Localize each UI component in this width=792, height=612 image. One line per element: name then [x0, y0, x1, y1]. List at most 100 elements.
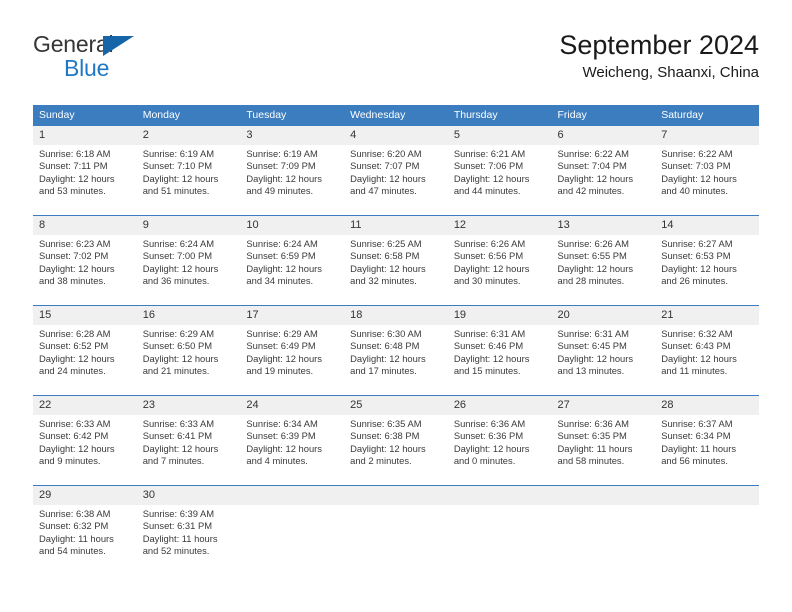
- calendar-cell: 12 Sunrise: 6:26 AM Sunset: 6:56 PM Dayligh…: [447, 215, 552, 305]
- title-block: September 2024 Weicheng, Shaanxi, China: [559, 28, 759, 84]
- calendar-cell: 29 Sunrise: 6:38 AM Sunset: 6:32 PM Dayligh…: [33, 485, 137, 575]
- day-number: 2: [136, 126, 241, 145]
- calendar-day[interactable]: 30 Sunrise: 6:39 AM Sunset: 6:31 PM Dayligh…: [136, 485, 241, 575]
- calendar-day[interactable]: 29 Sunrise: 6:38 AM Sunset: 6:32 PM Dayligh…: [33, 485, 137, 575]
- calendar-cell: 26 Sunrise: 6:36 AM Sunset: 6:36 PM Dayligh…: [447, 395, 552, 485]
- calendar-page: General Blue September 2024 Weicheng, Sh…: [0, 0, 792, 612]
- sunset-text: Sunset: 6:50 PM: [142, 340, 213, 352]
- calendar-cell: [551, 485, 656, 575]
- calendar-day[interactable]: 23 Sunrise: 6:33 AM Sunset: 6:41 PM Dayligh…: [136, 395, 241, 485]
- sunrise-text: Sunrise: 6:31 AM: [557, 328, 629, 339]
- daylight-text: Daylight: 11 hours and 52 minutes.: [142, 532, 218, 557]
- sunrise-text: Sunrise: 6:32 AM: [661, 328, 733, 339]
- calendar-day[interactable]: 2 Sunrise: 6:19 AM Sunset: 7:10 PM Daylight…: [136, 125, 241, 215]
- calendar-day[interactable]: 10 Sunrise: 6:24 AM Sunset: 6:59 PM Dayligh…: [240, 215, 345, 305]
- day-number: 27: [551, 396, 656, 415]
- calendar-day[interactable]: 25 Sunrise: 6:35 AM Sunset: 6:38 PM Dayligh…: [344, 395, 448, 485]
- weekday-header-tuesday: Tuesday: [240, 105, 345, 125]
- calendar-day[interactable]: 7 Sunrise: 6:22 AM Sunset: 7:03 PM Daylight…: [655, 125, 759, 215]
- day-sun-info: Sunrise: 6:29 AM Sunset: 6:49 PM Daylight:…: [240, 325, 344, 378]
- weekday-header-thursday: Thursday: [447, 105, 552, 125]
- calendar-table: Sunday Monday Tuesday Wednesday Thursday…: [33, 105, 759, 575]
- day-sun-info: Sunrise: 6:28 AM Sunset: 6:52 PM Daylight:…: [33, 325, 137, 378]
- calendar-cell: [447, 485, 552, 575]
- daylight-text: Daylight: 12 hours and 36 minutes.: [142, 262, 219, 287]
- brand-logo[interactable]: General Blue: [33, 32, 263, 88]
- sunrise-text: Sunrise: 6:22 AM: [661, 148, 733, 159]
- sunset-text: Sunset: 6:48 PM: [350, 340, 420, 352]
- day-sun-info: Sunrise: 6:24 AM Sunset: 6:59 PM Daylight:…: [240, 235, 344, 288]
- calendar-cell: 10 Sunrise: 6:24 AM Sunset: 6:59 PM Dayligh…: [240, 215, 345, 305]
- day-sun-info: Sunrise: 6:20 AM Sunset: 7:07 PM Daylight:…: [344, 145, 448, 198]
- daylight-text: Daylight: 11 hours and 54 minutes.: [39, 532, 114, 557]
- day-number: [344, 486, 448, 505]
- sunrise-text: Sunrise: 6:18 AM: [39, 148, 111, 159]
- day-sun-info: Sunrise: 6:26 AM Sunset: 6:56 PM Daylight:…: [448, 235, 552, 288]
- weekday-header-wednesday: Wednesday: [344, 105, 448, 125]
- calendar-day[interactable]: 1 Sunrise: 6:18 AM Sunset: 7:11 PM Daylight…: [33, 125, 137, 215]
- calendar-day[interactable]: 12 Sunrise: 6:26 AM Sunset: 6:56 PM Dayligh…: [447, 215, 552, 305]
- daylight-text: Daylight: 12 hours and 40 minutes.: [661, 172, 737, 197]
- sunset-text: Sunset: 6:45 PM: [557, 340, 627, 352]
- calendar-day[interactable]: 24 Sunrise: 6:34 AM Sunset: 6:39 PM Dayligh…: [240, 395, 345, 485]
- calendar-day[interactable]: 20 Sunrise: 6:31 AM Sunset: 6:45 PM Dayligh…: [551, 305, 656, 395]
- calendar-day[interactable]: 15 Sunrise: 6:28 AM Sunset: 6:52 PM Dayligh…: [33, 305, 137, 395]
- day-number: 8: [33, 216, 137, 235]
- calendar-week-row: 22 Sunrise: 6:33 AM Sunset: 6:42 PM Dayligh…: [33, 395, 759, 485]
- calendar-cell: 16 Sunrise: 6:29 AM Sunset: 6:50 PM Dayligh…: [136, 305, 241, 395]
- day-sun-info: Sunrise: 6:32 AM Sunset: 6:43 PM Daylight:…: [655, 325, 759, 378]
- sunrise-text: Sunrise: 6:28 AM: [39, 328, 111, 339]
- calendar-day[interactable]: 18 Sunrise: 6:30 AM Sunset: 6:48 PM Dayligh…: [344, 305, 448, 395]
- day-sun-info: Sunrise: 6:26 AM Sunset: 6:55 PM Daylight:…: [552, 235, 656, 288]
- calendar-day[interactable]: 21 Sunrise: 6:32 AM Sunset: 6:43 PM Dayligh…: [655, 305, 759, 395]
- day-number: [655, 486, 759, 505]
- day-number: 12: [447, 216, 552, 235]
- calendar-day[interactable]: 3 Sunrise: 6:19 AM Sunset: 7:09 PM Daylight…: [240, 125, 345, 215]
- calendar-day[interactable]: 27 Sunrise: 6:36 AM Sunset: 6:35 PM Dayligh…: [551, 395, 656, 485]
- calendar-day[interactable]: 9 Sunrise: 6:24 AM Sunset: 7:00 PM Daylight…: [136, 215, 241, 305]
- sunrise-text: Sunrise: 6:19 AM: [142, 148, 215, 159]
- sunrise-text: Sunrise: 6:34 AM: [246, 418, 318, 429]
- calendar-cell: [240, 485, 345, 575]
- daylight-text: Daylight: 12 hours and 42 minutes.: [557, 172, 634, 197]
- calendar-cell: 1 Sunrise: 6:18 AM Sunset: 7:11 PM Daylight…: [33, 125, 137, 215]
- day-number: 25: [344, 396, 448, 415]
- calendar-day[interactable]: 14 Sunrise: 6:27 AM Sunset: 6:53 PM Dayligh…: [655, 215, 759, 305]
- sunrise-text: Sunrise: 6:36 AM: [557, 418, 629, 429]
- sunrise-text: Sunrise: 6:27 AM: [661, 238, 733, 249]
- day-sun-info: Sunrise: 6:25 AM Sunset: 6:58 PM Daylight:…: [344, 235, 448, 288]
- daylight-text: Daylight: 12 hours and 47 minutes.: [350, 172, 426, 197]
- calendar-day[interactable]: 13 Sunrise: 6:26 AM Sunset: 6:55 PM Dayligh…: [551, 215, 656, 305]
- calendar-day[interactable]: 8 Sunrise: 6:23 AM Sunset: 7:02 PM Daylight…: [33, 215, 137, 305]
- calendar-day[interactable]: 22 Sunrise: 6:33 AM Sunset: 6:42 PM Dayligh…: [33, 395, 137, 485]
- calendar-day[interactable]: 16 Sunrise: 6:29 AM Sunset: 6:50 PM Dayligh…: [136, 305, 241, 395]
- calendar-day[interactable]: 4 Sunrise: 6:20 AM Sunset: 7:07 PM Daylight…: [344, 125, 448, 215]
- day-number: 29: [33, 486, 137, 505]
- calendar-cell: 6 Sunrise: 6:22 AM Sunset: 7:04 PM Daylight…: [551, 125, 656, 215]
- calendar-day[interactable]: 26 Sunrise: 6:36 AM Sunset: 6:36 PM Dayligh…: [447, 395, 552, 485]
- daylight-text: Daylight: 12 hours and 7 minutes.: [142, 442, 219, 467]
- calendar-cell: 28 Sunrise: 6:37 AM Sunset: 6:34 PM Dayligh…: [655, 395, 759, 485]
- calendar-day[interactable]: 6 Sunrise: 6:22 AM Sunset: 7:04 PM Daylight…: [551, 125, 656, 215]
- calendar-day[interactable]: 5 Sunrise: 6:21 AM Sunset: 7:06 PM Daylight…: [447, 125, 552, 215]
- calendar-cell: 3 Sunrise: 6:19 AM Sunset: 7:09 PM Daylight…: [240, 125, 345, 215]
- calendar-day[interactable]: 17 Sunrise: 6:29 AM Sunset: 6:49 PM Dayligh…: [240, 305, 345, 395]
- sunset-text: Sunset: 6:42 PM: [39, 430, 109, 442]
- calendar-day[interactable]: 28 Sunrise: 6:37 AM Sunset: 6:34 PM Dayligh…: [655, 395, 759, 485]
- day-number: 24: [240, 396, 345, 415]
- sunrise-text: Sunrise: 6:35 AM: [350, 418, 422, 429]
- sunset-text: Sunset: 6:55 PM: [557, 250, 627, 262]
- sunset-text: Sunset: 7:02 PM: [39, 250, 109, 262]
- sunset-text: Sunset: 6:59 PM: [246, 250, 316, 262]
- day-number: 28: [655, 396, 759, 415]
- calendar-day[interactable]: 11 Sunrise: 6:25 AM Sunset: 6:58 PM Dayligh…: [344, 215, 448, 305]
- calendar-cell: 25 Sunrise: 6:35 AM Sunset: 6:38 PM Dayligh…: [344, 395, 448, 485]
- day-sun-info: Sunrise: 6:35 AM Sunset: 6:38 PM Daylight:…: [344, 415, 448, 468]
- day-number: 7: [655, 126, 759, 145]
- calendar-day[interactable]: 19 Sunrise: 6:31 AM Sunset: 6:46 PM Dayligh…: [447, 305, 552, 395]
- sunset-text: Sunset: 7:03 PM: [661, 160, 731, 172]
- sunset-text: Sunset: 6:32 PM: [39, 520, 109, 532]
- daylight-text: Daylight: 12 hours and 34 minutes.: [246, 262, 322, 287]
- sunset-text: Sunset: 7:10 PM: [142, 160, 213, 172]
- calendar-cell: 13 Sunrise: 6:26 AM Sunset: 6:55 PM Dayligh…: [551, 215, 656, 305]
